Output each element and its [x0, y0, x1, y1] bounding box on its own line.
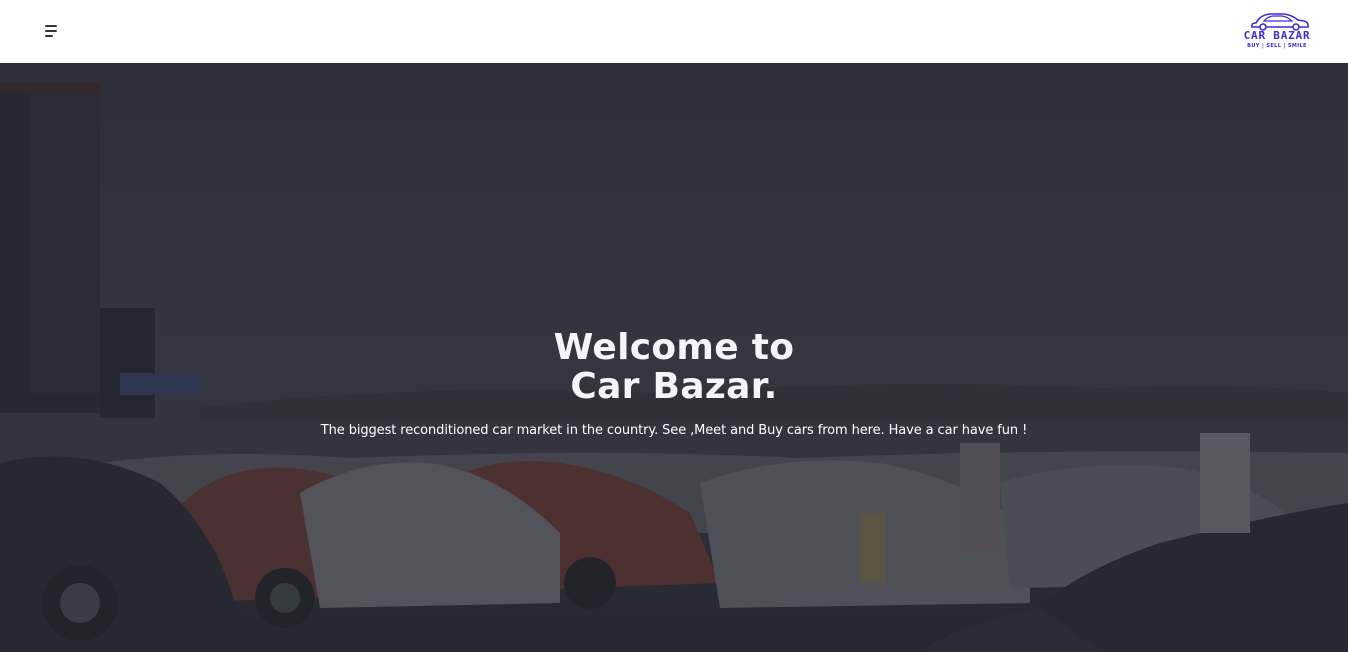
hero-title: Welcome to Car Bazar.	[0, 328, 1348, 406]
car-bazar-logo[interactable]: CAR BAZAR BUY | SELL | SMILE	[1236, 10, 1318, 50]
menu-line	[45, 25, 57, 27]
menu-line	[45, 30, 57, 32]
hero-content: Welcome to Car Bazar. The biggest recond…	[0, 328, 1348, 438]
logo-name: CAR BAZAR	[1244, 29, 1311, 42]
hero-title-line-1: Welcome to	[553, 327, 795, 368]
hero-title-line-2: Car Bazar.	[570, 366, 778, 407]
hero-subtitle: The biggest reconditioned car market in …	[320, 423, 1028, 438]
hero-section: Welcome to Car Bazar. The biggest recond…	[0, 63, 1348, 652]
top-navbar: CAR BAZAR BUY | SELL | SMILE	[0, 0, 1348, 63]
logo-tagline: BUY | SELL | SMILE	[1247, 43, 1307, 49]
menu-line	[45, 35, 53, 37]
hamburger-menu-icon[interactable]	[40, 22, 62, 40]
car-logo-icon: CAR BAZAR BUY | SELL | SMILE	[1244, 13, 1311, 49]
